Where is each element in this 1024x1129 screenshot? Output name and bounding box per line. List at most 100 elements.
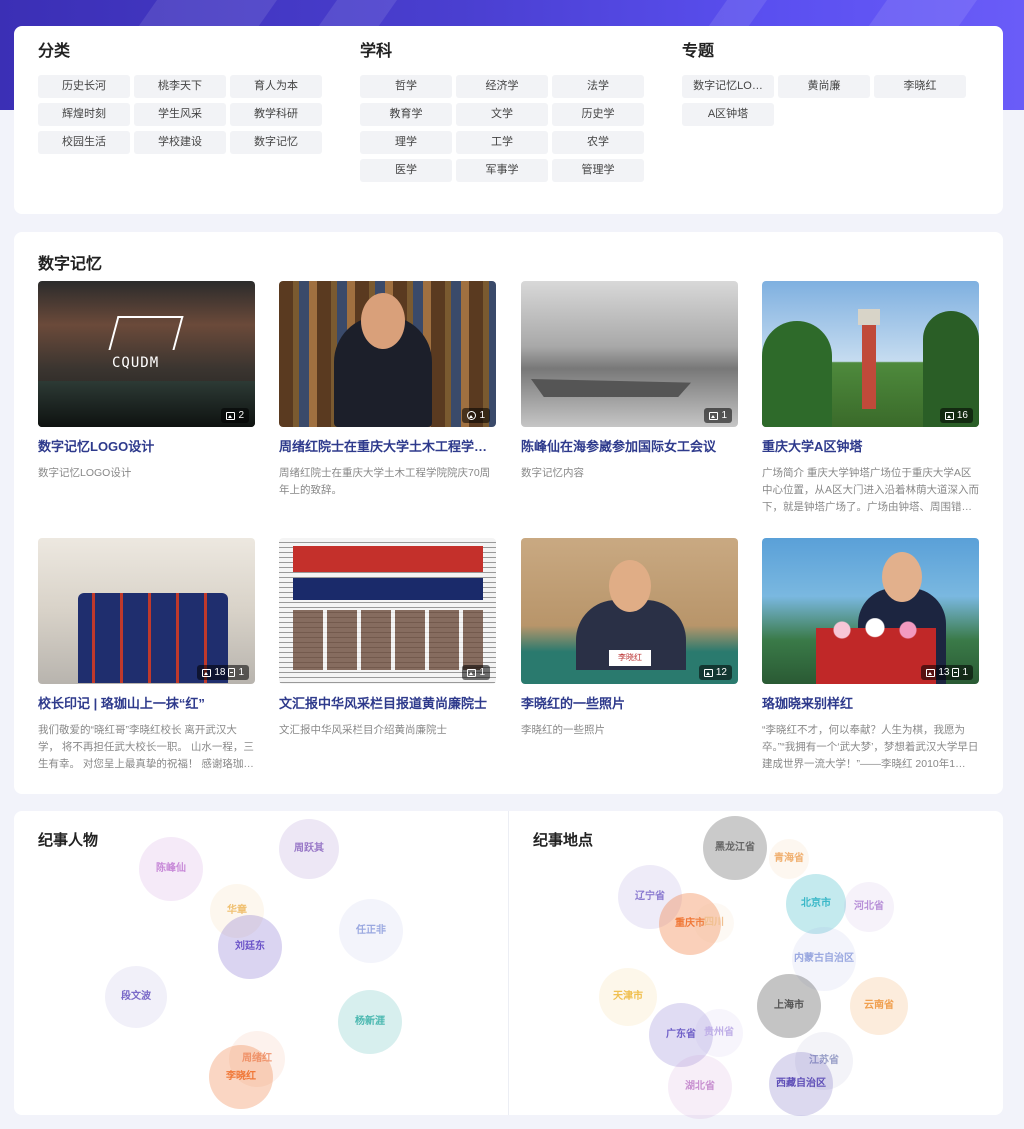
person-bubble[interactable]: 任正非	[339, 899, 403, 963]
image-icon	[467, 668, 477, 677]
category-chip[interactable]: 校园生活	[38, 131, 130, 154]
category-chip[interactable]: 教学科研	[230, 103, 322, 126]
memory-item-3[interactable]: 16 重庆大学A区钟塔 广场简介 重庆大学钟塔广场位于重庆大学A区中心位置，从A…	[762, 281, 979, 516]
media-count-badge: 1	[462, 665, 490, 680]
memory-desc: “李晓红不才，何以奉献？人生为棋，我愿为卒。”“我拥有一个‘武大梦’，梦想着武汉…	[762, 724, 979, 770]
person-face	[882, 552, 922, 602]
person-bubble[interactable]: 陈峰仙	[139, 837, 203, 901]
place-bubble[interactable]: 云南省	[850, 977, 908, 1035]
memory-thumbnail: CQUDM 2	[38, 281, 255, 427]
media-count-badge: 1	[704, 408, 732, 423]
image-icon	[202, 668, 212, 677]
discipline-chip[interactable]: 理学	[360, 131, 452, 154]
image-icon	[703, 668, 713, 677]
discipline-chip[interactable]: 历史学	[552, 103, 644, 126]
memory-title: 校长印记 | 珞珈山上一抹“红”	[38, 696, 205, 711]
place-bubble[interactable]: 湖北省	[668, 1055, 732, 1119]
place-bubble[interactable]: 上海市	[757, 974, 821, 1038]
image-icon	[944, 411, 954, 420]
memory-item-1[interactable]: 1 周绪红院士在重庆大学土木工程学… 周绪红院士在重庆大学土木工程学院院庆70周…	[279, 281, 496, 516]
discipline-chip-grid: 哲学 经济学 法学教育学 文学 历史学理学 工学 农学医学 军事学 管理学	[360, 75, 644, 182]
category-chip[interactable]: 辉煌时刻	[38, 103, 130, 126]
discipline-chip[interactable]: 管理学	[552, 159, 644, 182]
category-chip[interactable]: 育人为本	[230, 75, 322, 98]
person-bubble[interactable]: 周跃其	[279, 819, 339, 879]
topic-chip[interactable]: A区钟塔	[682, 103, 774, 126]
place-bubble[interactable]: 天津市	[599, 968, 657, 1026]
memory-thumbnail: 18 1	[38, 538, 255, 684]
document-icon	[228, 668, 236, 677]
category-chip[interactable]: 数字记忆	[230, 131, 322, 154]
memory-desc: 李晓红的一些照片	[521, 724, 605, 736]
topic-chip[interactable]: 黄尚廉	[778, 75, 870, 98]
topic-chip-grid: 数字记忆LO… 黄尚廉 李晓红 A区钟塔	[682, 75, 966, 126]
flowers	[820, 618, 930, 642]
newspaper-headline	[293, 578, 483, 600]
category-chip[interactable]: 历史长河	[38, 75, 130, 98]
memory-title: 重庆大学A区钟塔	[762, 439, 863, 454]
memory-desc: 数字记忆LOGO设计	[38, 467, 132, 479]
logo-building-graphic	[108, 316, 184, 350]
person-bubble[interactable]: 段文波	[105, 966, 167, 1028]
discipline-chip[interactable]: 教育学	[360, 103, 452, 126]
memory-item-0[interactable]: CQUDM 2 数字记忆LOGO设计 数字记忆LOGO设计	[38, 281, 255, 516]
memory-item-2[interactable]: 1 陈峰仙在海参崴参加国际女工会议 数字记忆内容	[521, 281, 738, 516]
section-title: 数字记忆	[38, 256, 103, 273]
discipline-chip[interactable]: 文学	[456, 103, 548, 126]
media-count-badge: 18 1	[197, 665, 249, 680]
memory-title: 周绪红院士在重庆大学土木工程学…	[279, 439, 488, 454]
person-face	[361, 293, 405, 349]
place-bubble[interactable]: 青海省	[769, 839, 809, 879]
discipline-chip[interactable]: 农学	[552, 131, 644, 154]
memory-thumbnail: 16	[762, 281, 979, 427]
newspaper-masthead	[293, 546, 483, 572]
memory-thumbnail: 1	[279, 538, 496, 684]
topic-chip[interactable]: 李晓红	[874, 75, 966, 98]
topic-title: 专题	[682, 43, 715, 60]
memory-item-5[interactable]: 1 文汇报中华风采栏目报道黄尚廉院士 文汇报中华风采栏目介绍黄尚廉院士	[279, 538, 496, 773]
category-chip[interactable]: 学生风采	[134, 103, 226, 126]
document-icon	[952, 668, 960, 677]
discipline-chip[interactable]: 法学	[552, 75, 644, 98]
image-icon	[926, 668, 936, 677]
topic-chip[interactable]: 数字记忆LO…	[682, 75, 774, 98]
clock-tower	[858, 309, 880, 409]
place-bubble[interactable]: 黑龙江省	[703, 816, 767, 880]
topic-filter-group: 专题 数字记忆LO… 黄尚廉 李晓红 A区钟塔	[682, 42, 966, 126]
discipline-chip[interactable]: 工学	[456, 131, 548, 154]
place-bubble[interactable]: 四川	[694, 903, 734, 943]
discipline-chip[interactable]: 哲学	[360, 75, 452, 98]
person-bubble[interactable]: 李晓红	[209, 1045, 273, 1109]
name-plate: 李晓红	[609, 650, 651, 666]
memory-thumbnail: 1	[521, 281, 738, 427]
category-chip[interactable]: 学校建设	[134, 131, 226, 154]
discipline-chip[interactable]: 医学	[360, 159, 452, 182]
person-bubble[interactable]: 刘廷东	[218, 915, 282, 979]
category-filter-group: 分类 历史长河 桃李天下 育人为本 辉煌时刻 学生风采 教学科研 校园生活 学校建设 数字记忆	[38, 42, 322, 154]
category-chip[interactable]: 桃李天下	[134, 75, 226, 98]
memory-item-7[interactable]: 13 1 珞珈晓来别样红 “李晓红不才，何以奉献？人生为棋，我愿为卒。”“我拥有一…	[762, 538, 979, 773]
places-title: 纪事地点	[533, 832, 594, 849]
discipline-title: 学科	[360, 43, 393, 60]
memory-thumbnail: 李晓红 12	[521, 538, 738, 684]
logo-text: CQUDM	[112, 355, 160, 371]
memory-item-4[interactable]: 18 1 校长印记 | 珞珈山上一抹“红” 我们敬爱的“晓红哥”李晓红校长 离开武…	[38, 538, 255, 773]
media-count-badge: 1	[462, 408, 490, 423]
ship-hull	[531, 379, 691, 397]
memory-thumbnail: 1	[279, 281, 496, 427]
memory-desc: 数字记忆内容	[521, 467, 584, 479]
place-bubble[interactable]: 贵州省	[695, 1009, 743, 1057]
memory-thumbnail: 13 1	[762, 538, 979, 684]
person-bubble[interactable]: 杨新涯	[338, 990, 402, 1054]
video-icon	[467, 411, 477, 420]
memory-title: 珞珈晓来别样红	[762, 696, 854, 711]
person-face	[609, 560, 651, 612]
place-bubble[interactable]: 河北省	[844, 882, 894, 932]
memory-item-6[interactable]: 李晓红 12 李晓红的一些照片 李晓红的一些照片	[521, 538, 738, 773]
discipline-chip[interactable]: 军事学	[456, 159, 548, 182]
memory-desc: 广场简介 重庆大学钟塔广场位于重庆大学A区中心位置，从A区大门进入沿着林荫大道深…	[762, 467, 979, 513]
chronicle-bubbles-section: 纪事人物 纪事地点 陈峰仙 周跃其 华章 刘廷东 任正非 段文波 杨新涯 周绪红 李晓红 黑龙江…	[14, 811, 1003, 1119]
place-bubble[interactable]: 北京市	[786, 874, 846, 934]
place-bubble[interactable]: 西藏自治区	[769, 1052, 833, 1116]
discipline-chip[interactable]: 经济学	[456, 75, 548, 98]
